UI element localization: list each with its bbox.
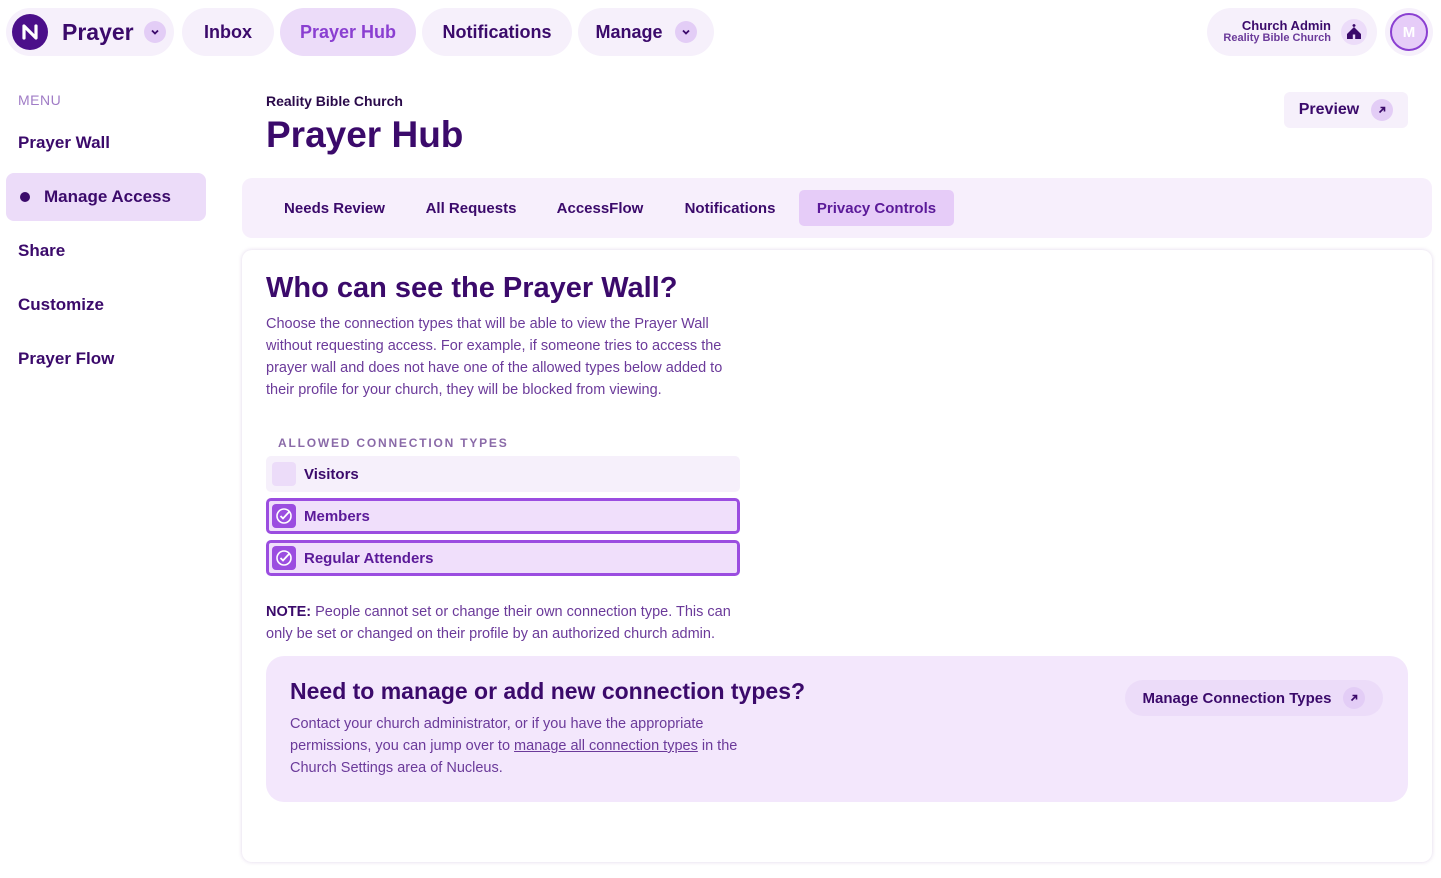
arrow-up-right-icon: [1371, 99, 1394, 121]
nav-inbox-label: Inbox: [204, 21, 252, 42]
connection-type-label: Visitors: [304, 465, 359, 483]
nav-manage[interactable]: Manage: [578, 8, 714, 56]
manage-connection-types-button[interactable]: Manage Connection Types: [1125, 680, 1383, 716]
sidebar-item-share[interactable]: Share: [6, 227, 206, 275]
check-icon[interactable]: [272, 546, 296, 570]
tab-notifications[interactable]: Notifications: [669, 190, 791, 226]
manage-connection-types-button-label: Manage Connection Types: [1142, 689, 1332, 707]
connection-type-regular-attenders[interactable]: Regular Attenders: [266, 540, 740, 576]
connection-type-members[interactable]: Members: [266, 498, 740, 534]
nav-notifications-label: Notifications: [442, 21, 552, 42]
nav-prayer-hub-label: Prayer Hub: [299, 21, 397, 42]
manage-box-title: Need to manage or add new connection typ…: [290, 678, 806, 704]
manage-connection-types-link[interactable]: manage all connection types: [514, 738, 698, 754]
nav-inbox[interactable]: Inbox: [182, 8, 274, 56]
nucleus-logo-icon: [12, 14, 48, 50]
nav-notifications[interactable]: Notifications: [422, 8, 572, 56]
allowed-connection-types-label: ALLOWED CONNECTION TYPES: [278, 436, 509, 450]
tab-label: Notifications: [684, 199, 776, 217]
manage-box-description: Contact your church administrator, or if…: [290, 713, 750, 779]
app-switcher[interactable]: Prayer: [6, 8, 174, 56]
sidebar-item-label: Prayer Wall: [18, 133, 110, 152]
top-navigation: Prayer Inbox Prayer Hub Notifications Ma…: [0, 0, 1441, 64]
tab-label: Privacy Controls: [816, 199, 937, 217]
sidebar-item-prayer-flow[interactable]: Prayer Flow: [6, 335, 206, 383]
tab-all-requests[interactable]: All Requests: [411, 190, 531, 226]
account-church: Reality Bible Church: [1223, 32, 1331, 44]
section-title: Who can see the Prayer Wall?: [266, 272, 678, 304]
connection-type-visitors[interactable]: Visitors: [266, 456, 740, 492]
tab-needs-review[interactable]: Needs Review: [268, 190, 401, 226]
connection-type-label: Regular Attenders: [304, 549, 434, 567]
active-dot-icon: [20, 192, 30, 202]
tab-label: All Requests: [425, 199, 517, 217]
nav-prayer-hub[interactable]: Prayer Hub: [280, 8, 416, 56]
account-switcher[interactable]: Church Admin Reality Bible Church: [1207, 8, 1377, 56]
check-icon[interactable]: [272, 504, 296, 528]
chevron-down-icon: [674, 21, 697, 43]
sidebar-item-label: Customize: [18, 295, 104, 314]
avatar: M: [1390, 13, 1428, 51]
sidebar-item-label: Share: [18, 241, 66, 260]
sidebar-menu-label: MENU: [18, 92, 62, 108]
tab-label: AccessFlow: [556, 199, 644, 217]
church-icon: [1341, 19, 1367, 45]
sidebar-item-label: Prayer Flow: [18, 349, 115, 368]
arrow-up-right-icon: [1343, 687, 1366, 709]
account-info: Church Admin Reality Bible Church: [1223, 18, 1331, 44]
preview-button-label: Preview: [1298, 101, 1360, 118]
note-text: People cannot set or change their own co…: [266, 604, 731, 642]
connection-note: NOTE: People cannot set or change their …: [266, 601, 746, 645]
preview-button[interactable]: Preview: [1284, 92, 1408, 128]
sidebar-item-label: Manage Access: [44, 187, 171, 206]
checkbox-unchecked[interactable]: [272, 462, 296, 486]
sidebar-item-prayer-wall[interactable]: Prayer Wall: [6, 119, 206, 167]
sidebar-item-manage-access[interactable]: Manage Access: [6, 173, 206, 221]
tab-privacy-controls[interactable]: Privacy Controls: [799, 190, 954, 226]
tab-bar: Needs Review All Requests AccessFlow Not…: [242, 178, 1432, 238]
app-name: Prayer: [62, 18, 134, 45]
nav-manage-label: Manage: [595, 21, 663, 42]
church-name: Reality Bible Church: [266, 93, 403, 109]
account-name: Church Admin: [1241, 18, 1331, 33]
connection-type-label: Members: [304, 507, 370, 525]
chevron-down-icon: [143, 21, 166, 43]
section-description: Choose the connection types that will be…: [266, 316, 723, 398]
tab-label: Needs Review: [284, 199, 385, 217]
page-title: Prayer Hub: [266, 114, 464, 155]
note-prefix: NOTE:: [266, 604, 312, 620]
tab-accessflow[interactable]: AccessFlow: [541, 190, 659, 226]
sidebar-item-customize[interactable]: Customize: [6, 281, 206, 329]
user-menu[interactable]: M: [1385, 8, 1433, 56]
